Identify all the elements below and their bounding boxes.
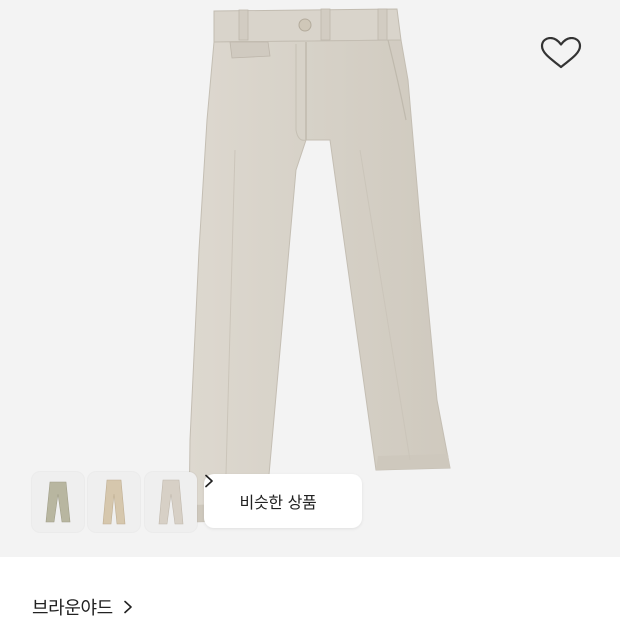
brand-name: 브라운야드 bbox=[32, 598, 113, 619]
brand-link[interactable]: 브라운야드 bbox=[32, 595, 133, 619]
product-info-bar: 브라운야드 bbox=[0, 557, 620, 620]
thumbnail-3[interactable] bbox=[145, 472, 197, 532]
wishlist-heart-icon[interactable] bbox=[538, 36, 584, 69]
thumbnail-2[interactable] bbox=[88, 472, 140, 532]
product-image-area[interactable]: 비슷한 상품 bbox=[0, 0, 620, 557]
similar-products-label: 비슷한 상품 bbox=[239, 493, 317, 512]
thumbnail-1[interactable] bbox=[32, 472, 84, 532]
similar-products-button[interactable]: 비슷한 상품 bbox=[204, 474, 362, 528]
chevron-right-icon bbox=[123, 600, 133, 614]
